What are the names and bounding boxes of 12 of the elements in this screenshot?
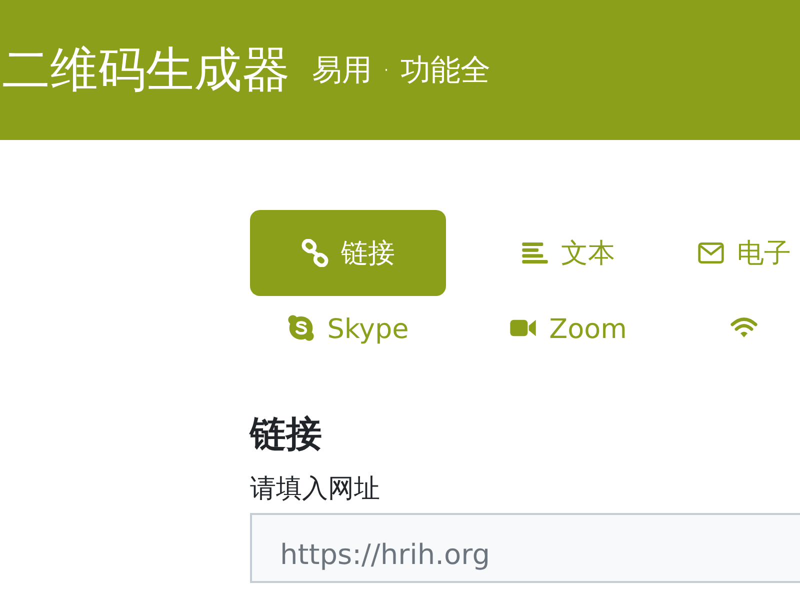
section-heading: 链接 [250, 413, 323, 457]
field-label: 请填入网址 [250, 472, 381, 506]
tab[interactable]: Skype [250, 308, 446, 376]
site-subtitle: 易用 · 功能全 [312, 52, 491, 90]
tab[interactable]: Zoom [470, 308, 666, 376]
tab[interactable]: 电子 [690, 210, 798, 296]
url-input-field[interactable]: https://hrih.org [250, 512, 800, 583]
skype-icon [287, 314, 316, 342]
site-title: 二维码生成器 [2, 41, 290, 100]
link-icon [301, 239, 329, 267]
tab[interactable]: 文本 [470, 210, 666, 296]
tab[interactable]: 链接 [250, 210, 446, 296]
